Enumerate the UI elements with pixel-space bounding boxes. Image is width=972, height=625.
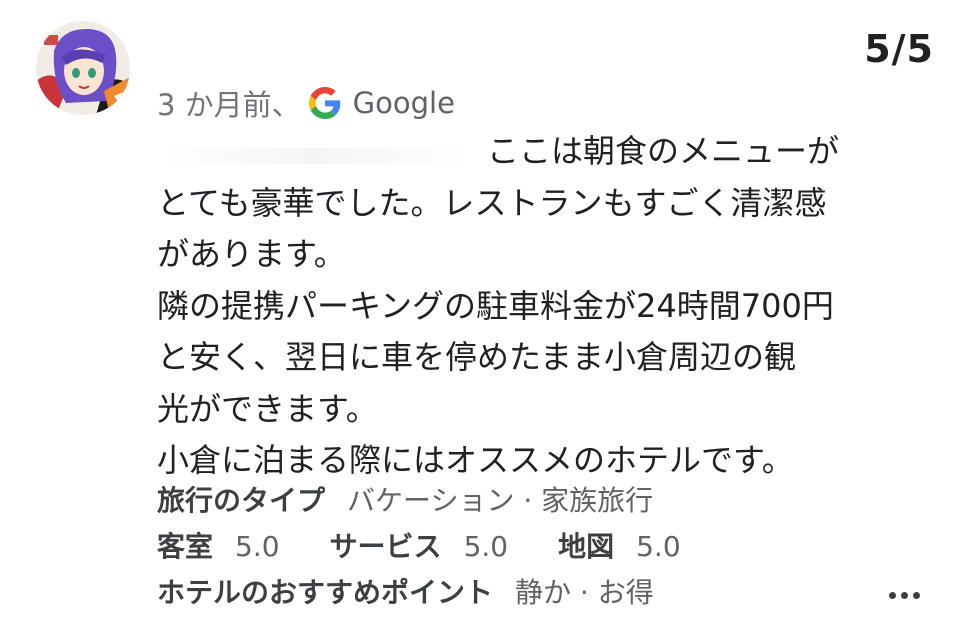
review-line: 光ができます。: [157, 389, 378, 428]
review-line: とても豪華でした。レストランもすごく清潔感: [157, 183, 827, 222]
review-meta: 3 か月前、 Google: [157, 83, 455, 123]
trip-type-value: バケーション · 家族旅行: [347, 484, 654, 517]
highlights-value: 静か · お得: [515, 576, 654, 609]
dot: [913, 592, 920, 599]
dot: [889, 592, 896, 599]
reviewer-avatar[interactable]: [36, 21, 130, 115]
review-line: と安く、翌日に車を停めたまま小倉周辺の観: [157, 338, 797, 376]
review-line: ここは朝食のメニューが: [487, 132, 840, 170]
review-line: があります。: [157, 235, 346, 273]
review-time: 3 か月前、: [157, 88, 301, 122]
more-options-icon[interactable]: [889, 592, 920, 599]
service-rating-label: サービス: [329, 530, 442, 563]
page-counter: 5/5: [864, 27, 934, 71]
google-icon: [308, 87, 341, 119]
room-rating-value: 5.0: [235, 530, 280, 563]
room-rating-label: 客室: [157, 530, 214, 563]
trip-type-row: 旅行のタイプ バケーション · 家族旅行: [157, 478, 877, 524]
dot: [901, 592, 908, 599]
trip-type-label: 旅行のタイプ: [157, 484, 326, 517]
service-rating-value: 5.0: [463, 530, 509, 563]
location-rating-label: 地図: [558, 530, 615, 563]
highlights-row: ホテルのおすすめポイント 静か · お得: [157, 570, 877, 616]
ratings-row: 客室 5.0 サービス 5.0 地図 5.0: [157, 524, 877, 570]
review-source: Google: [352, 86, 455, 120]
review-details: 旅行のタイプ バケーション · 家族旅行 客室 5.0 サービス 5.0 地図 5.0 ホテ…: [157, 478, 877, 616]
highlights-label: ホテルのおすすめポイント: [157, 576, 494, 609]
review-line: 隣の提携パーキングの駐車料金が24時間700円: [157, 286, 834, 325]
review-text: ここは朝食のメニューが とても豪華でした。レストランもすごく清潔感 があります。…: [157, 126, 877, 487]
location-rating-value: 5.0: [636, 530, 681, 563]
